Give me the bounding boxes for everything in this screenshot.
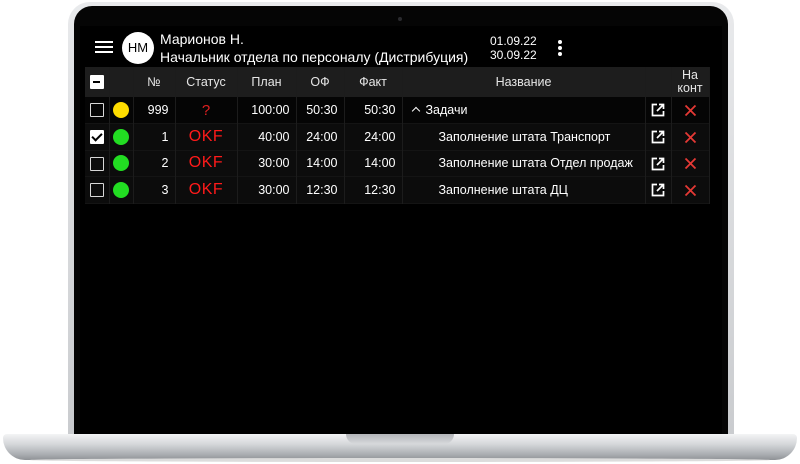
group-row[interactable]: 999? 100:00 50:30 50:30 Задачи [85,97,710,124]
status-indicator-dot [113,102,129,118]
of-value: 12:30 [296,176,345,203]
task-name: Заполнение штата Отдел продаж [438,156,633,171]
fact-value: 50:30 [344,97,403,124]
column-header-of[interactable]: ОФ [296,67,345,97]
select-all-checkbox[interactable] [89,75,104,90]
period-end-date[interactable]: 30.09.22 [490,48,537,62]
app-header: НМ Марионов Н. Начальник отдела по персо… [80,26,722,66]
close-icon[interactable] [684,104,697,117]
column-header-control[interactable]: На конт [671,67,710,97]
open-in-new-icon[interactable] [651,183,665,197]
remove-control-cell[interactable] [671,150,710,177]
row-number: 1 [133,123,176,150]
task-name-cell[interactable]: Заполнение штата ДЦ [402,176,646,203]
column-header-plan[interactable]: План [237,67,297,97]
table-row[interactable]: 3 OKF 30:00 12:30 12:30 Заполнение штата ДЦ [85,176,710,203]
open-in-new-icon[interactable] [651,130,665,144]
close-icon[interactable] [684,157,697,170]
close-icon[interactable] [684,131,697,144]
row-select-cell[interactable] [85,150,110,177]
remove-control-cell[interactable] [671,97,710,124]
task-name-cell[interactable]: Заполнение штата Отдел продаж [402,150,646,177]
indicator-cell [109,97,134,124]
open-in-new-icon[interactable] [651,157,665,171]
status-badge: OKF [175,123,238,150]
row-select-cell[interactable] [85,97,110,124]
column-header-number[interactable]: № [133,67,176,97]
chevron-up-icon[interactable] [411,106,420,116]
avatar[interactable]: НМ [122,32,154,64]
task-name: Задачи [425,103,468,117]
table-row[interactable]: 1 OKF 40:00 24:00 24:00 Заполнение штата Тран… [85,123,710,150]
plan-value: 30:00 [237,150,297,177]
row-checkbox[interactable] [89,156,104,171]
table-row[interactable]: 2 OKF 30:00 14:00 14:00 Заполнение штата Отде… [85,150,710,177]
hamburger-menu-icon[interactable] [95,41,113,53]
open-cell[interactable] [645,176,672,203]
of-value: 50:30 [296,97,345,124]
user-name: Марионов Н. [160,31,244,47]
status-badge: ? [175,97,238,124]
plan-value: 30:00 [237,176,297,203]
laptop-notch [346,434,454,444]
task-name-cell[interactable]: Задачи [402,97,646,124]
remove-control-cell[interactable] [671,123,710,150]
more-vertical-icon[interactable] [558,40,562,56]
user-role: Начальник отдела по персоналу (Дистрибуц… [160,49,469,65]
column-header-control-line2: конт [677,81,703,95]
plan-value: 40:00 [237,123,297,150]
status-badge: OKF [175,176,238,203]
open-cell[interactable] [645,150,672,177]
close-icon[interactable] [684,184,697,197]
fact-value: 24:00 [344,123,403,150]
row-number: 2 [133,150,176,177]
open-header [645,67,672,97]
fact-value: 12:30 [344,176,403,203]
plan-value: 100:00 [237,97,297,124]
status-badge: OKF [175,150,238,177]
row-checkbox[interactable] [89,103,104,118]
row-number: 3 [133,176,176,203]
indicator-header [109,67,134,97]
row-select-cell[interactable] [85,176,110,203]
row-select-cell[interactable] [85,123,110,150]
fact-value: 14:00 [344,150,403,177]
of-value: 14:00 [296,150,345,177]
open-in-new-icon[interactable] [651,103,665,117]
table-header-row: № Статус План ОФ Факт Название На конт [85,67,710,97]
column-header-fact[interactable]: Факт [344,67,403,97]
open-cell[interactable] [645,97,672,124]
of-value: 24:00 [296,123,345,150]
tasks-table: № Статус План ОФ Факт Название На конт 9… [85,67,710,204]
status-indicator-dot [113,128,129,145]
laptop-shadow [30,458,770,462]
column-header-status[interactable]: Статус [175,67,238,97]
select-all-header[interactable] [85,67,110,97]
status-indicator-dot [113,181,129,198]
status-indicator-dot [113,155,129,172]
task-name: Заполнение штата Транспорт [438,129,611,144]
row-checkbox[interactable] [89,183,104,198]
period-start-date[interactable]: 01.09.22 [490,34,537,48]
open-cell[interactable] [645,123,672,150]
indicator-cell [109,150,134,177]
camera [398,17,402,21]
row-number: 999 [133,97,176,124]
task-name: Заполнение штата ДЦ [438,182,568,197]
app-screen: НМ Марионов Н. Начальник отдела по персо… [80,26,722,438]
row-checkbox[interactable] [89,130,104,145]
column-header-name[interactable]: Название [402,67,646,97]
remove-control-cell[interactable] [671,176,710,203]
task-name-cell[interactable]: Заполнение штата Транспорт [402,123,646,150]
indicator-cell [109,123,134,150]
indicator-cell [109,176,134,203]
